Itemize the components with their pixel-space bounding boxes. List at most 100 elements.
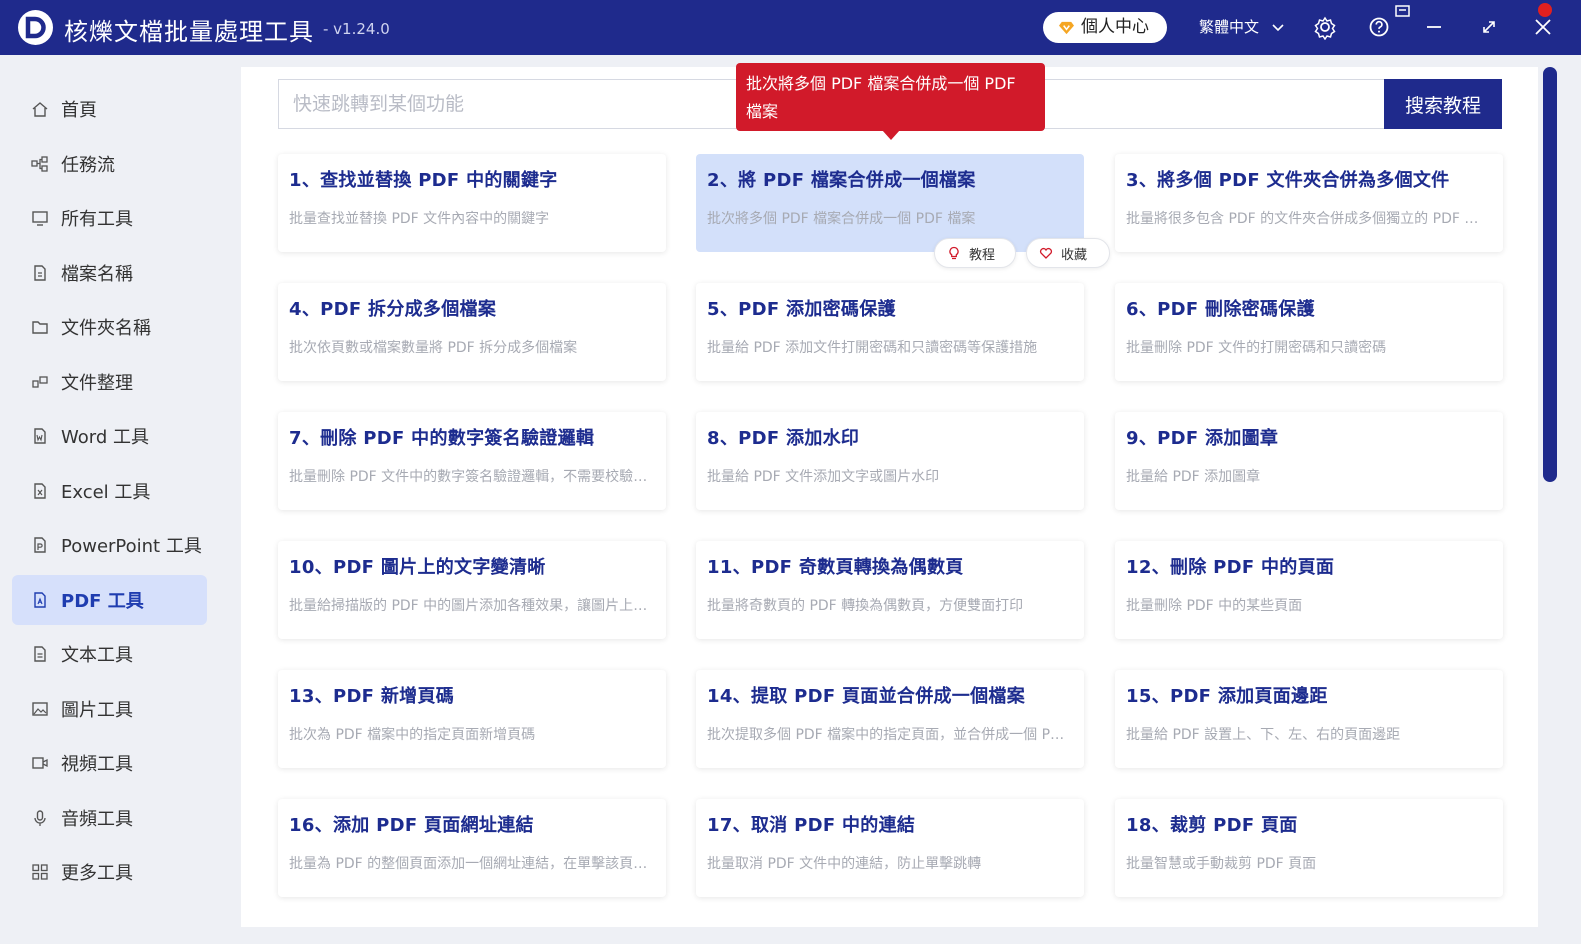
minimize-icon[interactable] — [1421, 14, 1447, 40]
sidebar-item-word[interactable]: Word 工具 — [12, 411, 207, 461]
language-label: 繁體中文 — [1199, 18, 1260, 36]
sidebar-item-label: 文本工具 — [61, 645, 133, 666]
tool-card-extract-merge-pages[interactable]: 14、提取 PDF 頁面並合併成一個檔案 批次提取多個 PDF 檔案中的指定頁面… — [696, 670, 1084, 768]
card-title: 1、查找並替換 PDF 中的關鍵字 — [289, 170, 558, 191]
sidebar-item-pdf[interactable]: PDF 工具 — [12, 575, 207, 625]
tool-card-add-page-numbers[interactable]: 13、PDF 新增頁碼 批次為 PDF 檔案中的指定頁面新增頁碼 — [278, 670, 666, 768]
sidebar-item-powerpoint[interactable]: PowerPoint 工具 — [12, 520, 207, 570]
audio-icon — [34, 810, 46, 826]
file-name-icon — [34, 265, 46, 281]
card-description: 批量給 PDF 設置上、下、左、右的頁面邊距 — [1126, 727, 1401, 743]
card-description: 批量將很多包含 PDF 的文件夾合併成多個獨立的 PDF 文件 — [1126, 211, 1492, 227]
heart-icon — [1039, 247, 1053, 259]
folder-icon — [32, 321, 48, 334]
message-icon[interactable] — [1394, 4, 1412, 18]
scrollbar-thumb[interactable] — [1543, 67, 1557, 482]
sidebar-item-label: PowerPoint 工具 — [61, 536, 202, 557]
card-description: 批量給 PDF 添加圖章 — [1126, 469, 1261, 485]
tool-card-page-margins[interactable]: 15、PDF 添加頁面邊距 批量給 PDF 設置上、下、左、右的頁面邊距 — [1115, 670, 1503, 768]
monitor-icon — [32, 211, 48, 226]
card-description: 批次提取多個 PDF 檔案中的指定頁面，並合併成一個 PDF 檔案 — [707, 727, 1073, 743]
chevron-down-icon — [1272, 18, 1284, 36]
tool-card-remove-password[interactable]: 6、PDF 刪除密碼保護 批量刪除 PDF 文件的打開密碼和只讀密碼 — [1115, 283, 1503, 381]
favorite-label: 收藏 — [1061, 247, 1088, 263]
sidebar-item-label: 任務流 — [61, 155, 115, 176]
card-title: 5、PDF 添加密碼保護 — [707, 299, 896, 320]
card-title: 7、刪除 PDF 中的數字簽名驗證邏輯 — [289, 428, 595, 449]
sidebar-item-image[interactable]: 圖片工具 — [12, 684, 207, 734]
card-title: 17、取消 PDF 中的連結 — [707, 815, 916, 836]
close-icon[interactable] — [1530, 14, 1556, 40]
card-description: 批次為 PDF 檔案中的指定頁面新增頁碼 — [289, 727, 536, 743]
tool-card-remove-signature[interactable]: 7、刪除 PDF 中的數字簽名驗證邏輯 批量刪除 PDF 文件中的數字簽名驗證邏… — [278, 412, 666, 510]
tool-card-add-password[interactable]: 5、PDF 添加密碼保護 批量給 PDF 添加文件打開密碼和只讀密碼等保護措施 — [696, 283, 1084, 381]
card-title: 16、添加 PDF 頁面網址連結 — [289, 815, 534, 836]
sidebar-item-label: 首頁 — [61, 100, 97, 121]
title-bar: 核爍文檔批量處理工具 - v1.24.0 個人中心 繁體中文 — [0, 0, 1581, 55]
sidebar-item-label: 更多工具 — [61, 863, 133, 884]
sidebar-item-home[interactable]: 首頁 — [12, 84, 207, 134]
sidebar-item-folder-name[interactable]: 文件夾名稱 — [12, 302, 207, 352]
tool-card-crop-pages[interactable]: 18、裁剪 PDF 頁面 批量智慧或手動裁剪 PDF 頁面 — [1115, 799, 1503, 897]
sidebar-item-label: 文件夾名稱 — [61, 318, 151, 339]
tool-card-split-pdf[interactable]: 4、PDF 拆分成多個檔案 批次依頁數或檔案數量將 PDF 拆分成多個檔案 — [278, 283, 666, 381]
tool-card-add-watermark[interactable]: 8、PDF 添加水印 批量給 PDF 文件添加文字或圖片水印 — [696, 412, 1084, 510]
card-title: 18、裁剪 PDF 頁面 — [1126, 815, 1298, 836]
home-icon — [32, 102, 48, 117]
tooltip: 批次將多個 PDF 檔案合併成一個 PDF 檔案 — [736, 63, 1045, 131]
tool-card-find-replace-keyword[interactable]: 1、查找並替換 PDF 中的關鍵字 批量查找並替換 PDF 文件內容中的關鍵字 — [278, 154, 666, 252]
sidebar-item-label: PDF 工具 — [61, 591, 144, 612]
card-title: 15、PDF 添加頁面邊距 — [1126, 686, 1328, 707]
tool-card-remove-links[interactable]: 17、取消 PDF 中的連結 批量取消 PDF 文件中的連結，防止單擊跳轉 — [696, 799, 1084, 897]
card-title: 10、PDF 圖片上的文字變清晰 — [289, 557, 546, 578]
favorite-button[interactable]: 收藏 — [1026, 238, 1110, 268]
diamond-icon — [1059, 21, 1074, 35]
tool-card-odd-to-even[interactable]: 11、PDF 奇數頁轉換為偶數頁 批量將奇數頁的 PDF 轉換為偶數頁，方便雙面… — [696, 541, 1084, 639]
tool-card-add-page-link[interactable]: 16、添加 PDF 頁面網址連結 批量為 PDF 的整個頁面添加一個網址連結，在… — [278, 799, 666, 897]
sidebar-item-label: 檔案名稱 — [61, 264, 133, 285]
sidebar-item-all-tools[interactable]: 所有工具 — [12, 193, 207, 243]
tool-card-sharpen-text[interactable]: 10、PDF 圖片上的文字變清晰 批量給掃描版的 PDF 中的圖片添加各種效果，… — [278, 541, 666, 639]
personal-center-button[interactable]: 個人中心 — [1043, 12, 1167, 43]
card-description: 批量將奇數頁的 PDF 轉換為偶數頁，方便雙面打印 — [707, 598, 1024, 614]
sidebar-item-file-name[interactable]: 檔案名稱 — [12, 248, 207, 298]
tutorial-button[interactable]: 教程 — [934, 238, 1016, 268]
sidebar: 首頁 任務流 所有工具 檔案名稱 文件夾名稱 文件整理 Word 工具 Exce… — [0, 55, 222, 944]
card-title: 12、刪除 PDF 中的頁面 — [1126, 557, 1335, 578]
card-description: 批量刪除 PDF 文件中的數字簽名驗證邏輯，不需要校驗簽名 — [289, 469, 655, 485]
card-description: 批量給 PDF 文件添加文字或圖片水印 — [707, 469, 940, 485]
app-version: - v1.24.0 — [323, 20, 390, 38]
language-select[interactable]: 繁體中文 — [1199, 16, 1284, 37]
card-description: 批次依頁數或檔案數量將 PDF 拆分成多個檔案 — [289, 340, 578, 356]
text-icon — [34, 646, 46, 662]
personal-center-label: 個人中心 — [1081, 17, 1149, 37]
tooltip-arrow — [882, 130, 900, 140]
card-title: 8、PDF 添加水印 — [707, 428, 860, 449]
sidebar-item-text[interactable]: 文本工具 — [12, 629, 207, 679]
settings-icon[interactable] — [1312, 14, 1338, 41]
sidebar-item-video[interactable]: 視頻工具 — [12, 738, 207, 788]
sidebar-item-audio[interactable]: 音頻工具 — [12, 793, 207, 843]
card-description: 批次將多個 PDF 檔案合併成一個 PDF 檔案 — [707, 211, 976, 227]
sidebar-item-excel[interactable]: Excel 工具 — [12, 466, 207, 516]
sidebar-item-organize[interactable]: 文件整理 — [12, 357, 207, 407]
tutorial-label: 教程 — [969, 247, 996, 263]
sidebar-item-workflow[interactable]: 任務流 — [12, 139, 207, 189]
sidebar-item-label: 音頻工具 — [61, 809, 133, 830]
app-logo-icon — [18, 10, 53, 45]
maximize-icon[interactable] — [1476, 14, 1502, 40]
sidebar-item-more[interactable]: 更多工具 — [12, 847, 207, 897]
card-title: 6、PDF 刪除密碼保護 — [1126, 299, 1315, 320]
tool-card-merge-pdf[interactable]: 2、將 PDF 檔案合併成一個檔案 批次將多個 PDF 檔案合併成一個 PDF … — [696, 154, 1110, 268]
excel-icon — [34, 483, 46, 499]
tool-card-delete-pages[interactable]: 12、刪除 PDF 中的頁面 批量刪除 PDF 中的某些頁面 — [1115, 541, 1503, 639]
card-title: 2、將 PDF 檔案合併成一個檔案 — [707, 170, 976, 191]
help-icon[interactable] — [1366, 14, 1392, 40]
card-title: 9、PDF 添加圖章 — [1126, 428, 1279, 449]
word-icon — [34, 428, 46, 444]
card-description: 批量取消 PDF 文件中的連結，防止單擊跳轉 — [707, 856, 982, 872]
tool-card-merge-folders[interactable]: 3、將多個 PDF 文件夾合併為多個文件 批量將很多包含 PDF 的文件夾合併成… — [1115, 154, 1503, 252]
notification-badge-icon — [1538, 3, 1552, 17]
tool-card-add-stamp[interactable]: 9、PDF 添加圖章 批量給 PDF 添加圖章 — [1115, 412, 1503, 510]
search-tutorial-button[interactable]: 搜索教程 — [1384, 79, 1502, 129]
